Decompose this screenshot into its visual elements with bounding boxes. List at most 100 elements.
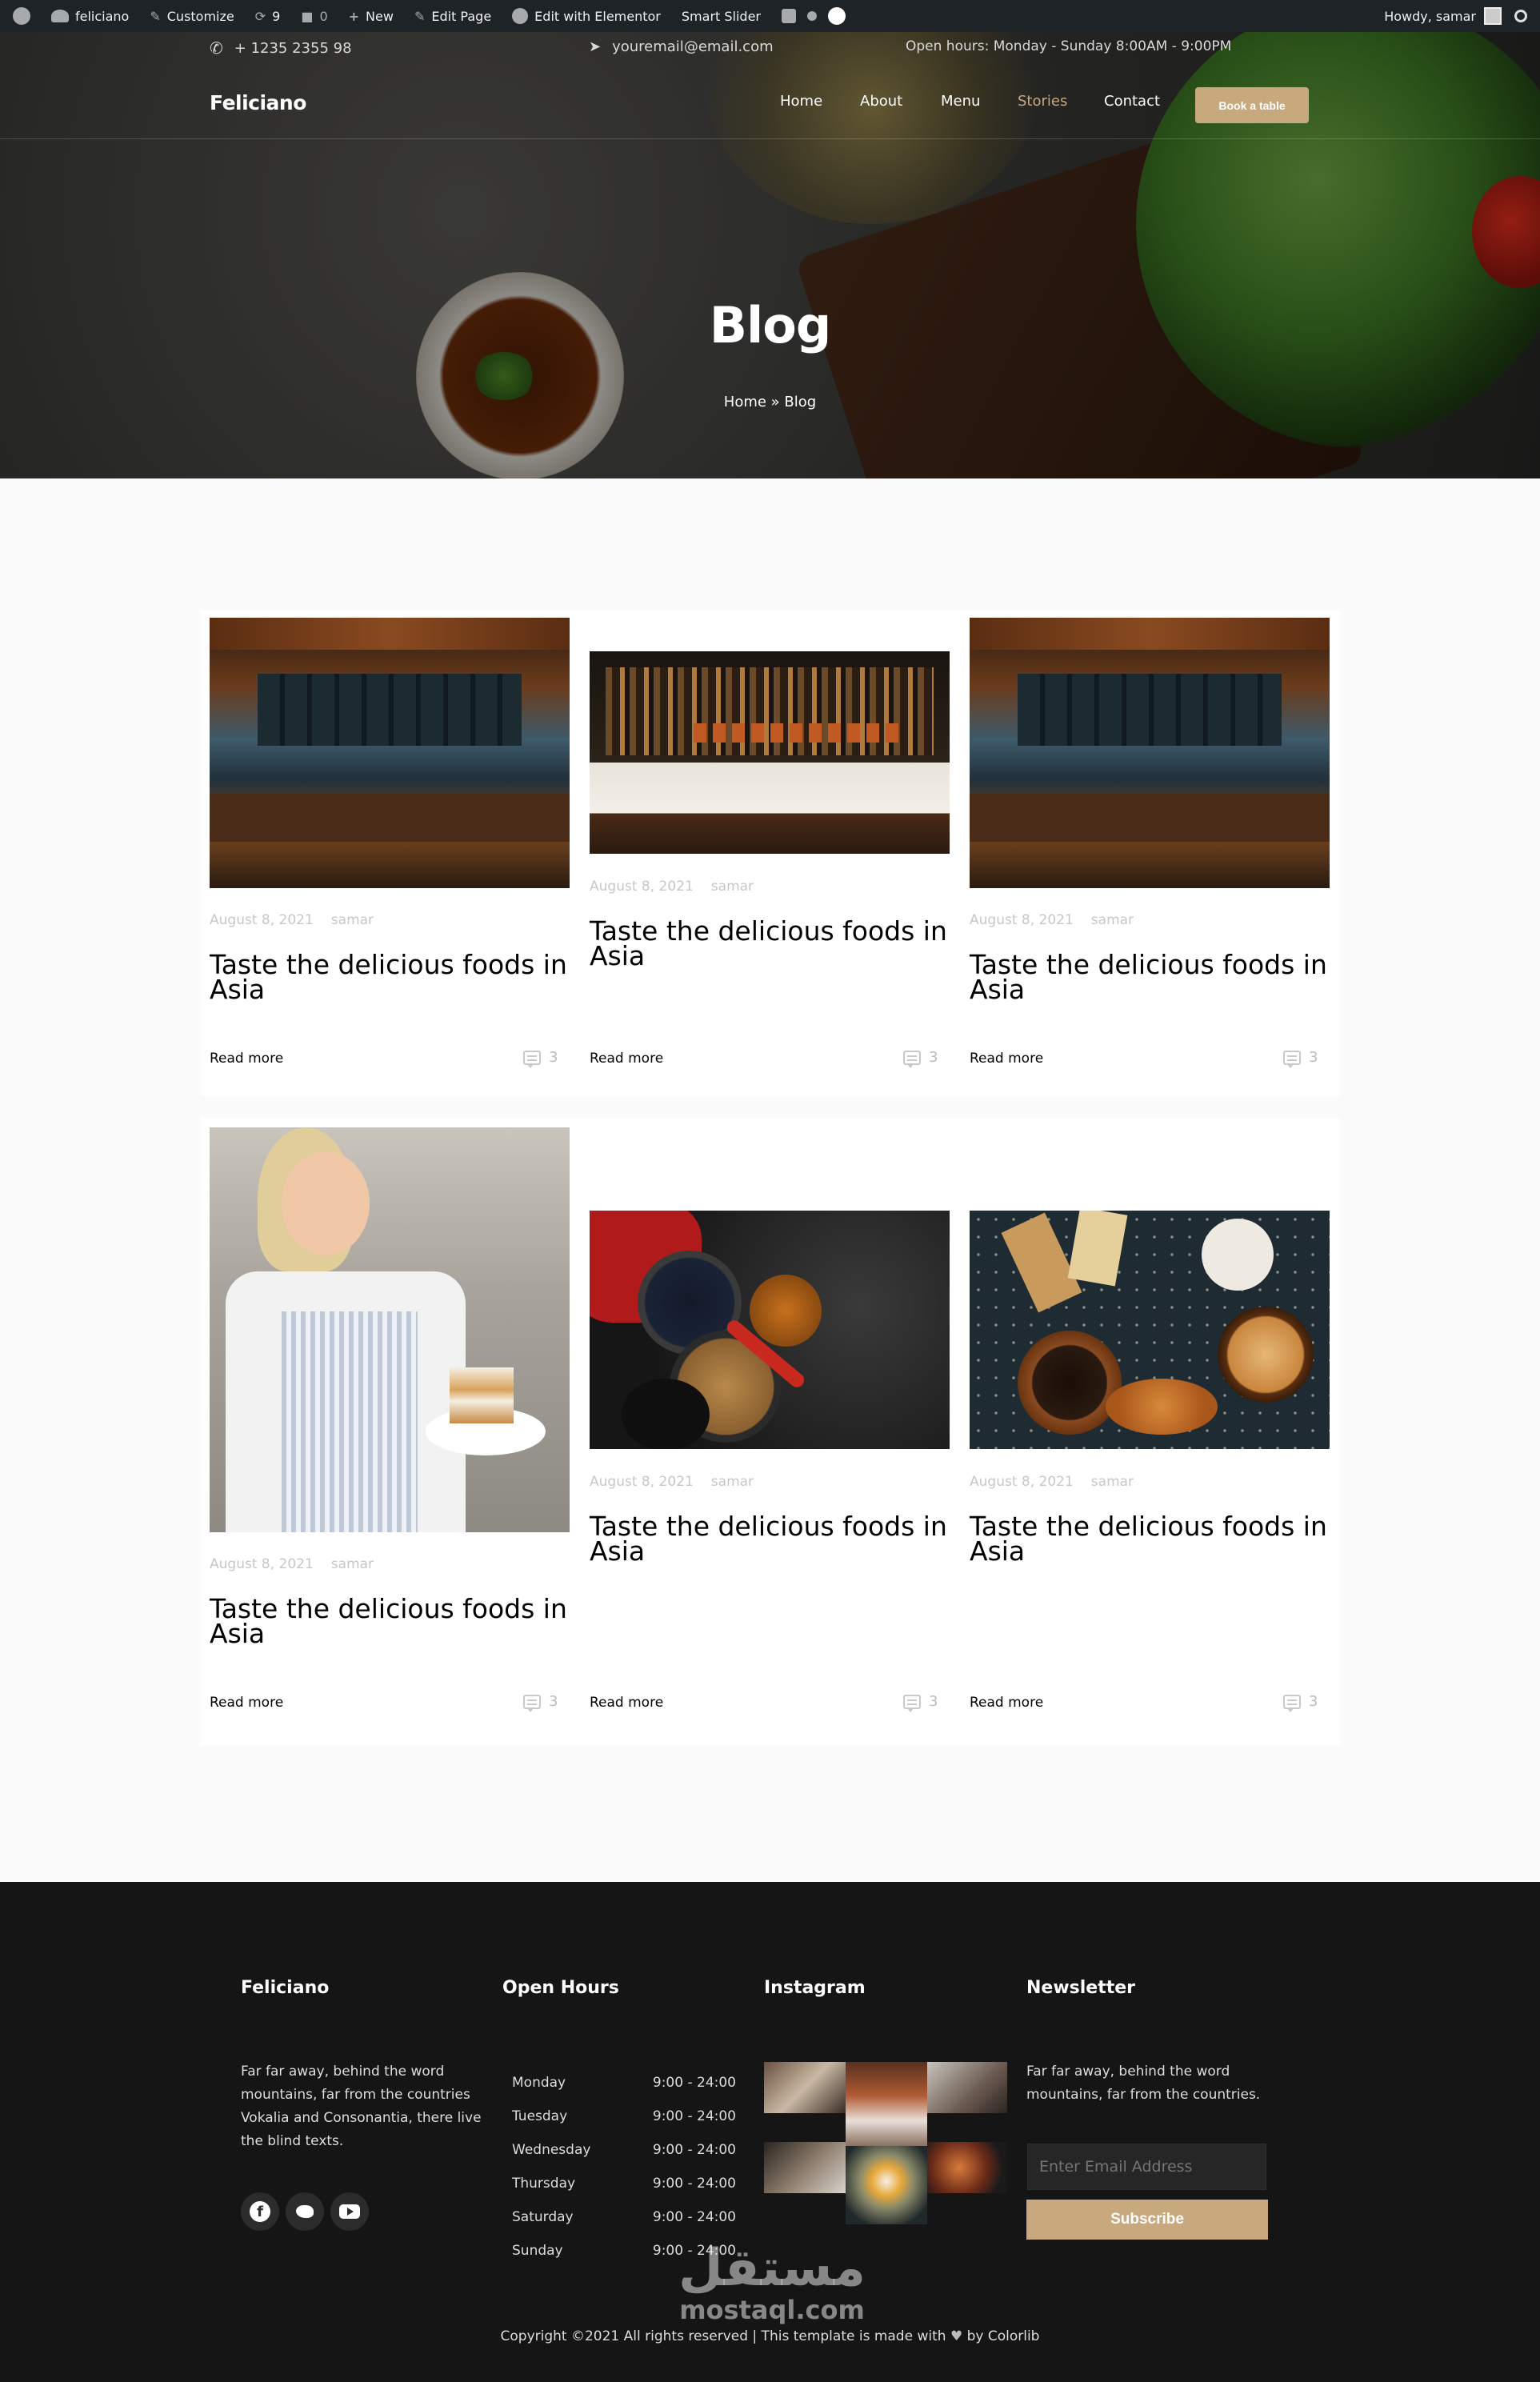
heart-icon: ♥: [950, 2328, 963, 2344]
footer-newsletter-text: Far far away, behind the word mountains,…: [1026, 2064, 1261, 2103]
brush-icon: ✎: [150, 8, 161, 24]
post-date[interactable]: August 8, 2021: [210, 912, 314, 928]
read-more-link[interactable]: Read more: [590, 1695, 663, 1711]
post-date[interactable]: August 8, 2021: [590, 1474, 694, 1490]
page-title: Blog: [709, 296, 831, 354]
post-author[interactable]: samar: [331, 1556, 374, 1572]
hours-row: Thursday 9:00 - 24:00: [512, 2176, 736, 2192]
post-date[interactable]: August 8, 2021: [590, 879, 694, 895]
nav-about[interactable]: About: [860, 93, 902, 110]
smiley-icon[interactable]: [828, 7, 846, 25]
read-more-link[interactable]: Read more: [970, 1051, 1043, 1067]
read-more-link[interactable]: Read more: [210, 1051, 283, 1067]
post-title[interactable]: Taste the delicious foods in Asia: [210, 1595, 578, 1647]
subscribe-button[interactable]: Subscribe: [1026, 2200, 1268, 2240]
plus-icon: +: [348, 8, 360, 24]
post-meta: August 8, 2021 samar: [970, 1474, 1134, 1490]
post-meta: August 8, 2021 samar: [590, 1474, 754, 1490]
post-meta: August 8, 2021 samar: [210, 1556, 374, 1572]
twitter-icon[interactable]: [286, 2192, 324, 2231]
mostaql-watermark: مستقل mostaql.com: [678, 2239, 866, 2325]
admin-site-link[interactable]: feliciano: [51, 9, 129, 24]
elementor-icon: [512, 8, 529, 24]
opening-hours-list: Monday 9:00 - 24:00 Tuesday 9:00 - 24:00 W…: [512, 2066, 736, 2268]
wordpress-logo-icon[interactable]: [13, 7, 30, 25]
post-author[interactable]: samar: [711, 1474, 754, 1490]
status-dot-icon[interactable]: [807, 11, 817, 21]
avatar: [1484, 7, 1502, 25]
topbar-hours: Open hours: Monday - Sunday 8:00AM - 9:0…: [906, 38, 1232, 54]
post-image-coffee-pastries[interactable]: [970, 1211, 1330, 1449]
footer-about-title: Feliciano: [241, 1978, 330, 1998]
comment-bubble-icon: [1283, 1694, 1301, 1712]
topbar-phone[interactable]: ✆ + 1235 2355 98: [210, 38, 352, 58]
book-table-button[interactable]: Book a table: [1195, 87, 1309, 123]
pencil-icon: ✎: [414, 8, 426, 24]
admin-edit-page-link[interactable]: ✎ Edit Page: [414, 9, 491, 24]
post-title[interactable]: Taste the delicious foods in Asia: [590, 918, 958, 969]
admin-comments-link[interactable]: ■ 0: [301, 9, 327, 24]
comment-count[interactable]: 3: [1283, 1693, 1318, 1712]
post-image-spices[interactable]: [590, 1211, 950, 1449]
youtube-icon[interactable]: [330, 2192, 369, 2231]
read-more-link[interactable]: Read more: [210, 1695, 283, 1711]
post-image-bar-shelves[interactable]: [590, 651, 950, 854]
site-logo[interactable]: Feliciano: [210, 91, 306, 114]
comment-count[interactable]: 3: [523, 1049, 558, 1068]
admin-updates-link[interactable]: ⟳ 9: [255, 9, 281, 24]
post-image-chef-with-cake[interactable]: [210, 1127, 570, 1532]
instagram-thumbnail[interactable]: [764, 2062, 846, 2113]
admin-new-link[interactable]: + New: [349, 9, 394, 24]
post-author[interactable]: samar: [331, 912, 374, 928]
post-meta: August 8, 2021 samar: [970, 912, 1134, 928]
search-icon[interactable]: [1514, 10, 1527, 22]
read-more-link[interactable]: Read more: [590, 1051, 663, 1067]
post-image-restaurant-bar[interactable]: [210, 618, 570, 888]
post-author[interactable]: samar: [1091, 912, 1134, 928]
post-date[interactable]: August 8, 2021: [970, 1474, 1074, 1490]
facebook-icon[interactable]: f: [241, 2192, 279, 2231]
post-meta: August 8, 2021 samar: [210, 912, 374, 928]
phone-icon: ✆: [210, 38, 223, 58]
instagram-thumbnail[interactable]: [927, 2062, 1007, 2113]
nav-menu[interactable]: Menu: [941, 93, 980, 110]
colorlib-link[interactable]: by Colorlib: [967, 2328, 1040, 2344]
nav-home[interactable]: Home: [780, 93, 822, 110]
post-title[interactable]: Taste the delicious foods in Asia: [590, 1513, 958, 1564]
admin-elementor-link[interactable]: Edit with Elementor: [512, 8, 661, 24]
comment-count[interactable]: 3: [903, 1693, 938, 1712]
refresh-icon: ⟳: [254, 8, 266, 24]
read-more-link[interactable]: Read more: [970, 1695, 1043, 1711]
topbar-email[interactable]: ➤ youremail@email.com: [589, 38, 774, 55]
hours-row: Monday 9:00 - 24:00: [512, 2075, 736, 2091]
nav-stories[interactable]: Stories: [1018, 93, 1067, 110]
admin-customize-link[interactable]: ✎ Customize: [150, 9, 234, 24]
post-author[interactable]: samar: [711, 879, 754, 895]
paper-plane-icon: ➤: [589, 38, 602, 55]
comment-count[interactable]: 3: [523, 1693, 558, 1712]
post-title[interactable]: Taste the delicious foods in Asia: [970, 1513, 1338, 1564]
comment-count[interactable]: 3: [1283, 1049, 1318, 1068]
instagram-thumbnail[interactable]: [846, 2062, 927, 2146]
comment-count[interactable]: 3: [903, 1049, 938, 1068]
admin-smart-slider-link[interactable]: Smart Slider: [682, 9, 761, 24]
post-date[interactable]: August 8, 2021: [210, 1556, 314, 1572]
post-meta: August 8, 2021 samar: [590, 879, 754, 895]
newsletter-email-input[interactable]: [1027, 2144, 1266, 2190]
breadcrumb: Home » Blog: [723, 394, 817, 410]
yoast-icon[interactable]: [782, 9, 796, 23]
comment-bubble-icon: [903, 1694, 921, 1712]
post-title[interactable]: Taste the delicious foods in Asia: [970, 951, 1338, 1003]
post-title[interactable]: Taste the delicious foods in Asia: [210, 951, 578, 1003]
hours-row: Wednesday 9:00 - 24:00: [512, 2142, 736, 2158]
post-date[interactable]: August 8, 2021: [970, 912, 1074, 928]
instagram-thumbnail[interactable]: [927, 2142, 1007, 2193]
post-author[interactable]: samar: [1091, 1474, 1134, 1490]
post-image-restaurant-bar[interactable]: [970, 618, 1330, 888]
instagram-thumbnail[interactable]: [764, 2142, 846, 2193]
hours-row: Saturday 9:00 - 24:00: [512, 2209, 736, 2225]
nav-contact[interactable]: Contact: [1104, 93, 1160, 110]
admin-account-link[interactable]: Howdy, samar: [1384, 7, 1502, 25]
dashboard-icon: [51, 10, 69, 22]
instagram-thumbnail[interactable]: [846, 2146, 927, 2224]
